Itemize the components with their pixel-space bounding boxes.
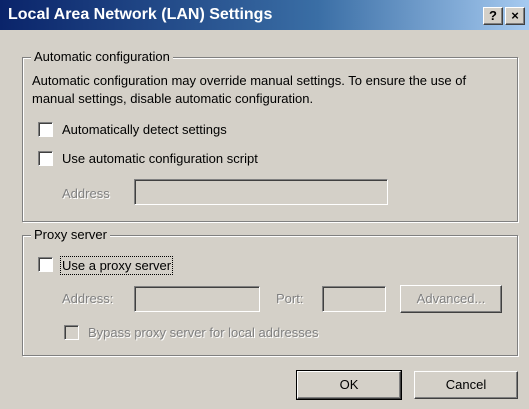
bypass-local-label[interactable]: Bypass proxy server for local addresses bbox=[88, 325, 318, 340]
title-bar[interactable]: Local Area Network (LAN) Settings ? × bbox=[0, 0, 529, 30]
auto-detect-label[interactable]: Automatically detect settings bbox=[62, 122, 227, 137]
config-script-checkbox[interactable] bbox=[38, 151, 53, 166]
ok-button[interactable]: OK bbox=[296, 370, 402, 400]
automatic-configuration-description: Automatic configuration may override man… bbox=[32, 73, 467, 106]
script-address-field[interactable] bbox=[134, 179, 388, 205]
help-button[interactable]: ? bbox=[483, 7, 503, 25]
use-proxy-checkbox[interactable] bbox=[38, 257, 53, 272]
proxy-address-field[interactable] bbox=[134, 286, 260, 312]
auto-detect-checkbox[interactable] bbox=[38, 122, 53, 137]
use-proxy-label[interactable]: Use a proxy server bbox=[59, 256, 174, 275]
script-address-label: Address bbox=[62, 186, 110, 201]
close-button[interactable]: × bbox=[505, 7, 525, 25]
config-script-label[interactable]: Use automatic configuration script bbox=[62, 151, 258, 166]
proxy-server-legend: Proxy server bbox=[31, 227, 110, 242]
proxy-port-field[interactable] bbox=[322, 286, 386, 312]
proxy-port-label: Port: bbox=[276, 291, 304, 306]
advanced-button[interactable]: Advanced... bbox=[400, 285, 502, 313]
automatic-configuration-legend: Automatic configuration bbox=[31, 49, 173, 64]
proxy-address-label: Address: bbox=[62, 291, 114, 306]
bypass-local-checkbox[interactable] bbox=[64, 325, 79, 340]
cancel-button[interactable]: Cancel bbox=[414, 371, 518, 399]
window-title: Local Area Network (LAN) Settings bbox=[8, 6, 273, 23]
